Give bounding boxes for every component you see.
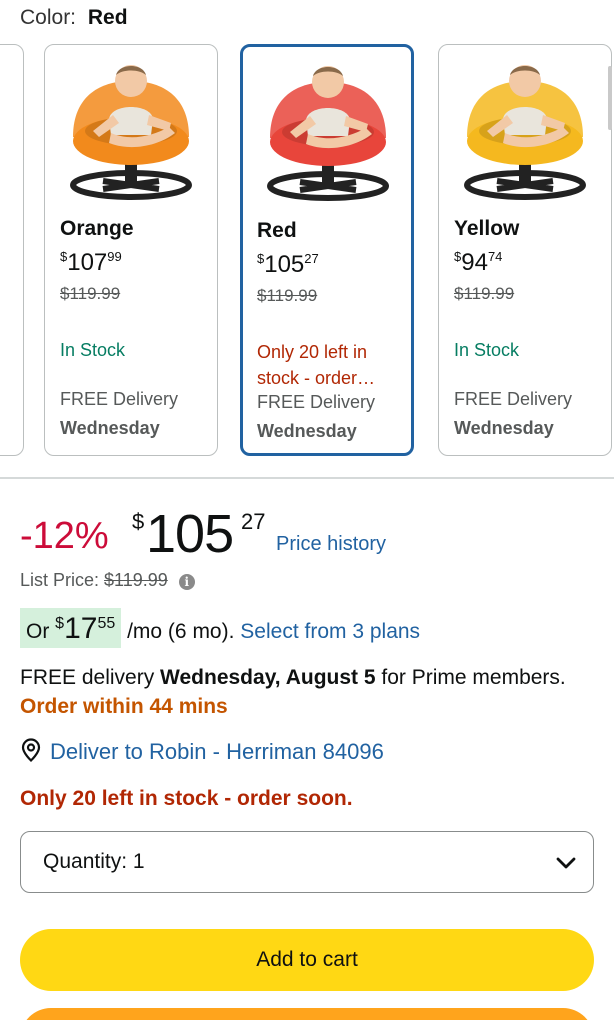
order-urgency: Order within 44 mins bbox=[20, 695, 228, 718]
price-whole: 105 bbox=[264, 251, 305, 278]
quantity-value: 1 bbox=[132, 850, 145, 873]
product-image bbox=[59, 57, 203, 205]
price-fraction: 74 bbox=[487, 249, 503, 264]
installment-suffix: /mo (6 mo). bbox=[127, 620, 235, 643]
deliver-to-link[interactable]: Deliver to Robin - Herriman 84096 bbox=[20, 738, 384, 768]
variant-delivery: FREE Delivery bbox=[454, 389, 573, 409]
list-price-label: List Price: bbox=[20, 570, 100, 590]
variant-delivery: FREE Delivery bbox=[257, 392, 376, 412]
currency-symbol: $ bbox=[132, 509, 145, 534]
delivery-prefix: FREE delivery bbox=[20, 666, 155, 689]
product-image bbox=[453, 57, 597, 205]
variant-list-price: $119.99 bbox=[454, 284, 515, 303]
variant-card-partial-left[interactable] bbox=[0, 44, 24, 456]
product-image bbox=[256, 58, 400, 206]
info-icon[interactable]: i bbox=[178, 574, 195, 590]
add-to-cart-button[interactable]: Add to cart bbox=[20, 929, 594, 991]
variant-stock-status: In Stock bbox=[60, 340, 126, 360]
installment-row: Or $1755 /mo (6 mo). Select from 3 plans bbox=[20, 608, 420, 648]
delivery-message: FREE delivery Wednesday, August 5 for Pr… bbox=[20, 663, 580, 721]
price-whole: 94 bbox=[461, 249, 488, 276]
quantity-label: Quantity: bbox=[43, 850, 128, 873]
installment-fraction: 55 bbox=[97, 615, 116, 632]
location-pin-icon bbox=[20, 738, 42, 768]
currency-symbol: $ bbox=[55, 615, 65, 632]
installment-prefix: Or bbox=[26, 620, 50, 643]
price-history-link[interactable]: Price history bbox=[276, 533, 386, 556]
variant-card-red[interactable]: Red $10527 $119.99 Only 20 left in stock… bbox=[240, 44, 414, 456]
section-divider bbox=[0, 477, 614, 479]
variant-name: Red bbox=[257, 219, 297, 242]
chevron-down-icon bbox=[555, 852, 577, 879]
variant-card-orange[interactable]: Orange $10799 $119.99 In Stock FREE Deli… bbox=[44, 44, 218, 456]
installment-price-badge: Or $1755 bbox=[20, 608, 122, 648]
variant-name: Orange bbox=[60, 217, 134, 240]
select-plans-link[interactable]: Select from 3 plans bbox=[240, 620, 420, 643]
variant-stock-status: Only 20 left in stock - order… bbox=[257, 342, 376, 388]
color-label: Color: bbox=[20, 6, 77, 29]
carousel-scrollbar[interactable] bbox=[608, 66, 612, 130]
quantity-dropdown[interactable]: Quantity: 1 bbox=[20, 831, 594, 893]
variant-price: $9474 bbox=[454, 249, 502, 277]
price-fraction: 99 bbox=[107, 249, 122, 264]
price-fraction: 27 bbox=[304, 251, 319, 266]
variant-delivery-day: Wednesday bbox=[60, 418, 160, 438]
variant-list-price: $119.99 bbox=[257, 286, 318, 305]
price-fraction: 27 bbox=[241, 509, 266, 534]
delivery-date: Wednesday, August 5 bbox=[160, 666, 376, 689]
variant-list-price: $119.99 bbox=[60, 284, 121, 303]
variant-card-yellow[interactable]: Yellow $9474 $119.99 In Stock FREE Deliv… bbox=[438, 44, 612, 456]
discount-percent: -12% bbox=[20, 515, 109, 557]
list-price-row: List Price: $119.99 i bbox=[20, 570, 195, 591]
variant-price: $10799 bbox=[60, 249, 122, 277]
color-selector-label: Color: Red bbox=[20, 6, 128, 30]
variant-stock-status: In Stock bbox=[454, 340, 520, 360]
color-variant-carousel[interactable]: Orange $10799 $119.99 In Stock FREE Deli… bbox=[0, 42, 614, 462]
price-whole: 105 bbox=[146, 504, 234, 564]
variant-delivery: FREE Delivery bbox=[60, 389, 179, 409]
variant-delivery-day: Wednesday bbox=[454, 418, 554, 438]
installment-whole: 17 bbox=[64, 612, 98, 645]
delivery-suffix: for Prime members. bbox=[381, 666, 566, 689]
selected-color: Red bbox=[87, 6, 128, 29]
price-whole: 107 bbox=[67, 249, 108, 276]
stock-warning: Only 20 left in stock - order soon. bbox=[20, 787, 353, 810]
variant-price: $10527 bbox=[257, 251, 319, 279]
variant-name: Yellow bbox=[454, 217, 520, 240]
quantity-text: Quantity: 1 bbox=[43, 850, 145, 874]
buy-now-button[interactable] bbox=[20, 1008, 594, 1020]
deliver-to-text: Deliver to Robin - Herriman 84096 bbox=[50, 739, 384, 764]
list-price-value: $119.99 bbox=[104, 570, 168, 590]
variant-delivery-day: Wednesday bbox=[257, 421, 357, 441]
